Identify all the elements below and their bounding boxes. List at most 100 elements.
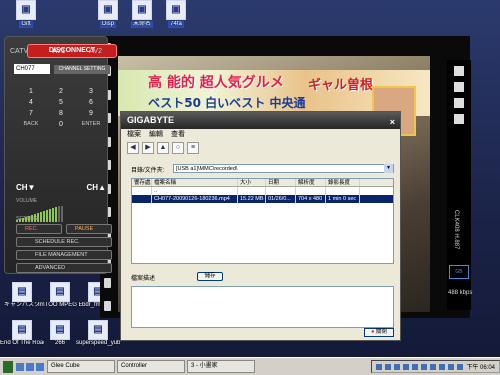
tray-icon[interactable] — [385, 363, 392, 370]
video-caption-3: ベスト50 白いベスト 中央通 — [148, 96, 306, 110]
record-button[interactable]: REC. — [16, 224, 62, 234]
file-management-button[interactable]: FILE MANAGEMENT — [16, 250, 112, 260]
fullscreen-icon[interactable] — [454, 98, 464, 108]
channel-setting-button[interactable]: CHANNEL SETTING — [54, 65, 110, 74]
desktop-icon-label: 74fa — [168, 21, 184, 28]
col-resolution[interactable]: 解析度 — [296, 179, 326, 186]
file-icon: ▣ — [132, 0, 152, 20]
key-enter[interactable]: ENTER — [76, 121, 106, 128]
table-row[interactable]: CH077-20090126-180236.mp4 15.22 MB 01/26… — [132, 195, 393, 203]
snapshot-icon[interactable] — [454, 114, 464, 124]
chevron-down-icon[interactable]: ▼ — [384, 164, 393, 173]
folder-up-icon[interactable]: ▲ — [157, 142, 169, 154]
desktop-icon-label: Disp — [99, 21, 116, 28]
key-5[interactable]: 5 — [46, 99, 76, 106]
description-textarea[interactable] — [131, 286, 394, 328]
table-row[interactable]: .. — [132, 187, 393, 195]
gigabyte-logo: GB — [449, 265, 469, 279]
cell: CH077-20090126-180236.mp4 — [152, 195, 238, 203]
forward-icon[interactable]: ▶ — [142, 142, 154, 154]
player-side-text: CLK408 H.887 — [453, 210, 459, 250]
channel-down-button[interactable]: CH▼ — [16, 183, 35, 192]
search-icon[interactable]: ○ — [172, 142, 184, 154]
menu-edit[interactable]: 編輯 — [149, 129, 163, 140]
video-caption-2: ギャル曽根 — [308, 78, 374, 93]
key-9[interactable]: 9 — [76, 110, 106, 117]
desktop-icon-gift[interactable]: ▣ Gift — [4, 0, 48, 30]
cell: .. — [152, 187, 238, 195]
file-icon: ▣ — [98, 0, 118, 20]
tray-icon[interactable] — [376, 363, 383, 370]
close-button[interactable]: ● 關閉 — [364, 328, 394, 337]
cell — [326, 187, 360, 195]
tray-icon[interactable] — [448, 363, 455, 370]
desktop-icon-74fa[interactable]: ▣ 74fa — [154, 0, 198, 30]
key-2[interactable]: 2 — [46, 88, 76, 95]
schedule-rec-button[interactable]: SCHEDULE REC. — [16, 237, 112, 247]
col-duration[interactable]: 錄影長度 — [326, 179, 360, 186]
col-location[interactable]: 響存處 — [132, 179, 152, 186]
tray-icon[interactable] — [403, 363, 410, 370]
directory-select[interactable]: [USB a1]\MMC\recorded\ ▼ — [173, 164, 394, 173]
tray-icon[interactable] — [439, 363, 446, 370]
back-icon[interactable]: ◀ — [127, 142, 139, 154]
channel-up-button[interactable]: CH▲ — [87, 183, 106, 192]
key-back[interactable]: BACK — [16, 121, 46, 128]
tray-icon[interactable] — [394, 363, 401, 370]
tray-icon[interactable] — [457, 363, 464, 370]
window-title: GIGABYTE — [127, 115, 175, 125]
window-icon[interactable] — [454, 82, 464, 92]
system-tray: 下午 06:04 — [371, 360, 500, 373]
desktop-icon-label: superspeed_yub Downloads/FS YBR.HCD.FG — [76, 340, 120, 346]
minimize-icon[interactable] — [454, 66, 464, 76]
desktop-icon-superspeed[interactable]: ▤ superspeed_yub Downloads/FS YBR.HCD.FG — [76, 320, 120, 347]
clock[interactable]: 下午 06:04 — [466, 362, 495, 371]
description-label: 檔案描述 — [131, 276, 156, 282]
volume-label: VOLUME — [16, 198, 38, 204]
setting-label: SETTING — [16, 216, 38, 222]
col-size[interactable]: 大小 — [238, 179, 266, 186]
media-icon[interactable] — [36, 362, 44, 371]
close-label: 關閉 — [375, 329, 387, 335]
bitrate-readout: 488 kbps — [448, 290, 473, 296]
key-1[interactable]: 1 — [16, 88, 46, 95]
key-8[interactable]: 8 — [46, 110, 76, 117]
menu-view[interactable]: 查看 — [171, 129, 185, 140]
file-icon: ▣ — [166, 0, 186, 20]
close-icon[interactable]: × — [390, 114, 395, 131]
task-glee-cube[interactable]: Glee Cube — [47, 360, 115, 373]
directory-label: 目錄/文件夾: — [131, 168, 165, 174]
col-filename[interactable]: 檔案名稱 — [152, 179, 238, 186]
file-icon: ▤ — [12, 282, 32, 302]
key-0[interactable]: 0 — [46, 121, 76, 128]
cell: 15.22 MB — [238, 195, 266, 203]
key-4[interactable]: 4 — [16, 99, 46, 106]
file-icon: ▤ — [12, 320, 32, 340]
view-icon[interactable]: ≡ — [187, 142, 199, 154]
task-controller[interactable]: Controller — [117, 360, 185, 373]
tray-icon[interactable] — [412, 363, 419, 370]
directory-value: [USB a1]\MMC\recorded\ — [176, 166, 238, 172]
col-date[interactable]: 日期 — [266, 179, 296, 186]
tray-icon[interactable] — [430, 363, 437, 370]
cell — [296, 187, 326, 195]
cell: 01/26/0... — [266, 195, 296, 203]
menu-file[interactable]: 檔案 — [127, 129, 141, 140]
pause-button[interactable]: PAUSE — [66, 224, 112, 234]
task-paint[interactable]: 3 - 小畫家 — [187, 360, 255, 373]
key-6[interactable]: 6 — [76, 99, 106, 106]
save-button[interactable]: 儲存 — [197, 272, 223, 281]
window-titlebar[interactable]: GIGABYTE × — [121, 112, 400, 129]
key-7[interactable]: 7 — [16, 110, 46, 117]
cell: 1 min 0 sec — [326, 195, 360, 203]
file-manager-window: GIGABYTE × 檔案 編輯 查看 ◀ ▶ ▲ ○ ≡ 目錄/文件夾: [U… — [120, 111, 401, 341]
key-3[interactable]: 3 — [76, 88, 106, 95]
tray-icon[interactable] — [421, 363, 428, 370]
browser-icon[interactable] — [26, 362, 34, 371]
advanced-button[interactable]: ADVANCED — [16, 263, 112, 273]
quick-launch — [16, 362, 44, 371]
desktop-icon[interactable] — [16, 362, 24, 371]
start-button[interactable] — [3, 360, 13, 373]
file-list: 響存處 檔案名稱 大小 日期 解析度 錄影長度 .. CH077-2009012… — [131, 178, 394, 264]
channel-select[interactable]: CH077 — [14, 64, 50, 74]
